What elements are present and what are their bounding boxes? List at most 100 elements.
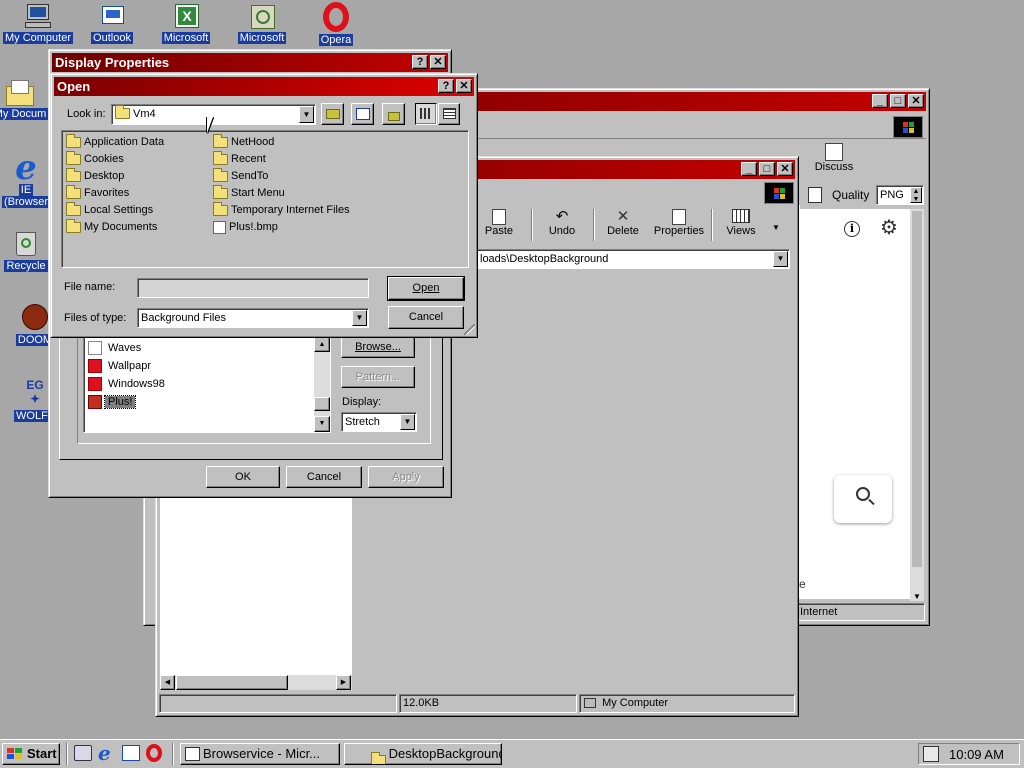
- scroll-up-button[interactable]: ▲: [314, 337, 330, 352]
- cancel-label: Cancel: [408, 311, 444, 323]
- desktop-icon-my-computer[interactable]: My Computer: [0, 2, 76, 44]
- gear-icon[interactable]: ⚙: [878, 217, 900, 239]
- browse-button[interactable]: Browse...: [341, 336, 415, 358]
- display-properties-title-bar[interactable]: Display Properties ? ✕: [52, 53, 448, 72]
- file-list-item[interactable]: My Documents: [66, 218, 157, 235]
- file-list-item[interactable]: Favorites: [66, 184, 129, 201]
- browser-scrollbar[interactable]: ▼: [910, 205, 924, 601]
- files-of-type-select[interactable]: Background Files ▼: [137, 308, 369, 328]
- wallpaper-item-waves[interactable]: Waves: [88, 340, 141, 356]
- help-button[interactable]: ?: [412, 55, 428, 69]
- apply-button[interactable]: Apply: [368, 466, 444, 488]
- search-box[interactable]: [834, 475, 892, 523]
- task-desktop-background[interactable]: DesktopBackground: [344, 743, 502, 765]
- quality-label: Quality: [832, 188, 870, 202]
- up-one-level-button[interactable]: [321, 103, 344, 125]
- properties-button[interactable]: Properties: [650, 209, 708, 237]
- close-button[interactable]: ✕: [430, 55, 446, 69]
- scroll-thumb[interactable]: [314, 397, 330, 411]
- file-list-item[interactable]: Application Data: [66, 133, 164, 150]
- app-window-icon: [185, 747, 200, 761]
- maximize-button[interactable]: □: [890, 94, 906, 108]
- wallpaper-list-scrollbar[interactable]: ▲ ▼: [314, 337, 330, 432]
- maximize-button[interactable]: □: [759, 162, 775, 176]
- file-list-item[interactable]: Cookies: [66, 150, 124, 167]
- network-tray-icon[interactable]: [923, 746, 939, 762]
- file-list-item[interactable]: Plus!.bmp: [213, 219, 278, 235]
- close-button[interactable]: ✕: [456, 79, 472, 93]
- chevron-down-icon[interactable]: ▼: [352, 310, 367, 326]
- file-list-item[interactable]: Start Menu: [213, 184, 285, 201]
- open-dialog-title-bar[interactable]: Open ? ✕: [54, 77, 474, 96]
- views-button[interactable]: Views: [718, 209, 764, 237]
- toolbar-separator: [593, 209, 595, 241]
- chevron-down-icon[interactable]: ▼: [299, 106, 314, 123]
- zone-label: Internet: [800, 606, 838, 618]
- wallpaper-item-wallpapr[interactable]: Wallpapr: [88, 358, 151, 374]
- folder-icon: [66, 133, 81, 148]
- new-folder-button[interactable]: [382, 103, 405, 125]
- delete-button[interactable]: ✕ Delete: [600, 209, 646, 238]
- list-view-button[interactable]: [415, 103, 437, 125]
- desktop-button[interactable]: [351, 103, 374, 125]
- outlook-icon[interactable]: [122, 745, 140, 761]
- undo-button[interactable]: ↶ Undo: [538, 209, 586, 238]
- ie-icon[interactable]: e: [98, 741, 111, 765]
- desktop-icon-ie[interactable]: e IE (Browser: [0, 151, 54, 208]
- paste-label: Paste: [484, 225, 514, 237]
- views-dropdown-icon[interactable]: ▼: [772, 223, 780, 232]
- browse-label: Browse...: [355, 341, 401, 353]
- clock[interactable]: 10:09 AM: [949, 746, 1004, 763]
- cancel-button[interactable]: Cancel: [388, 306, 464, 329]
- details-view-button[interactable]: [438, 103, 460, 125]
- file-list-item[interactable]: NetHood: [213, 133, 274, 150]
- opera-icon[interactable]: [146, 744, 162, 762]
- wallpaper-item-plus[interactable]: Plus!: [88, 394, 137, 410]
- file-list-item[interactable]: Recent: [213, 150, 266, 167]
- desktop-icon-excel[interactable]: X Microsoft: [148, 2, 224, 44]
- info-icon[interactable]: i: [844, 221, 860, 237]
- file-list-item[interactable]: Temporary Internet Files: [213, 201, 350, 218]
- close-button[interactable]: ✕: [777, 162, 793, 176]
- pattern-button[interactable]: Pattern...: [341, 366, 415, 388]
- clipboard-icon[interactable]: [808, 187, 822, 203]
- start-button[interactable]: Start: [2, 743, 60, 765]
- paste-button[interactable]: Paste: [474, 209, 524, 237]
- address-field[interactable]: loads\DesktopBackground ▼: [476, 249, 790, 269]
- desktop-icon-project[interactable]: Microsoft: [224, 2, 300, 44]
- look-in-label: Look in:: [67, 108, 106, 120]
- chevron-down-icon[interactable]: ▼: [400, 414, 415, 430]
- minimize-button[interactable]: _: [741, 162, 757, 176]
- resize-grip-icon[interactable]: [464, 324, 475, 335]
- quality-select[interactable]: PNG ▲ ▼: [876, 185, 924, 205]
- help-button[interactable]: ?: [438, 79, 454, 93]
- scroll-down-button[interactable]: ▼: [314, 416, 330, 432]
- desktop-icon-outlook[interactable]: Outlook: [74, 2, 150, 44]
- scroll-right-button[interactable]: ▶: [336, 675, 351, 690]
- close-button[interactable]: ✕: [908, 94, 924, 108]
- task-browservice[interactable]: Browservice - Micr...: [180, 743, 340, 765]
- discuss-button[interactable]: Discuss: [804, 143, 864, 173]
- show-desktop-icon[interactable]: [74, 745, 92, 761]
- file-list-item[interactable]: SendTo: [213, 167, 268, 184]
- list-item-label: Waves: [108, 342, 142, 354]
- wallpaper-item-windows98[interactable]: Windows98: [88, 376, 165, 392]
- quality-spinner[interactable]: ▲ ▼: [910, 187, 922, 203]
- display-select[interactable]: Stretch ▼: [341, 412, 417, 432]
- chevron-down-icon[interactable]: ▼: [773, 251, 788, 267]
- ok-button[interactable]: OK: [206, 466, 280, 488]
- minimize-button[interactable]: _: [872, 94, 888, 108]
- open-dialog[interactable]: Open ? ✕ Look in: Vm4 ▼ Application Data…: [50, 73, 478, 338]
- horizontal-scrollbar[interactable]: ◀ ▶: [160, 675, 352, 690]
- open-button[interactable]: Open: [387, 276, 465, 301]
- scroll-thumb[interactable]: [176, 675, 288, 690]
- file-list[interactable]: Application Data Cookies Desktop Favorites L…: [61, 130, 469, 268]
- file-list-item[interactable]: Desktop: [66, 167, 124, 184]
- wallpaper-list[interactable]: Waves Wallpapr Windows98 Plus! ▲ ▼: [83, 336, 331, 433]
- desktop-icon-opera[interactable]: Opera: [298, 2, 374, 46]
- scroll-left-button[interactable]: ◀: [160, 675, 175, 690]
- cancel-button[interactable]: Cancel: [286, 466, 362, 488]
- file-list-item[interactable]: Local Settings: [66, 201, 153, 218]
- file-name-input[interactable]: [137, 278, 369, 298]
- address-value: loads\DesktopBackground: [480, 253, 609, 265]
